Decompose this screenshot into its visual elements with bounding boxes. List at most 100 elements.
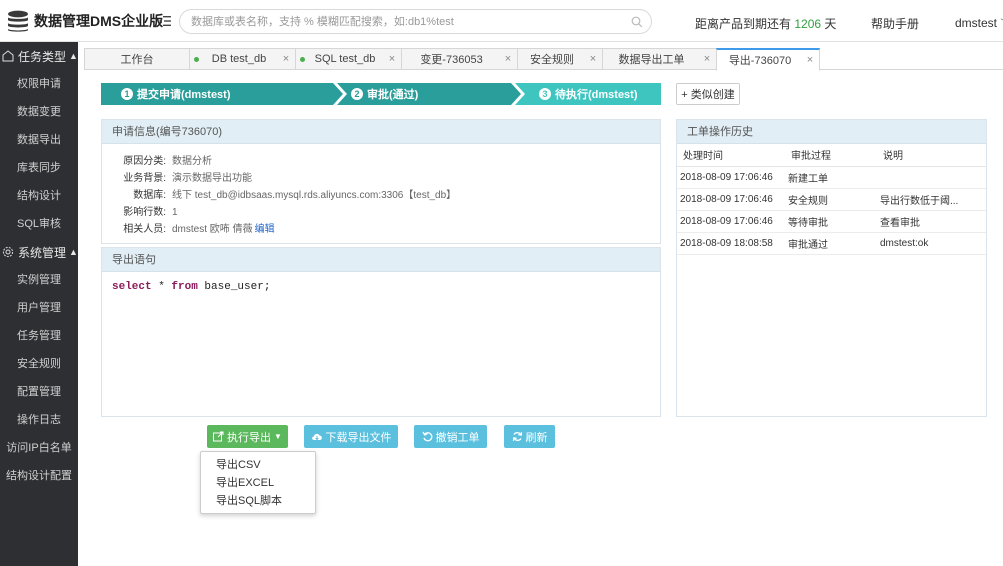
info-value: 线下 test_db@idbsaas.mysql.rds.aliyuncs.co… bbox=[172, 187, 456, 204]
history-step: 安全规则 bbox=[785, 188, 877, 211]
sidebar-item[interactable]: 库表同步 bbox=[0, 154, 78, 182]
button-label: 执行导出 bbox=[227, 431, 272, 444]
step-label: 审批(通过) bbox=[367, 89, 419, 101]
step-number: 2 bbox=[351, 88, 363, 100]
search-input[interactable] bbox=[191, 10, 631, 33]
similar-create-button[interactable]: + 类似创建 bbox=[676, 83, 740, 105]
info-value-text: 演示数据导出功能 bbox=[172, 173, 252, 184]
info-value-text: 线下 test_db@idbsaas.mysql.rds.aliyuncs.co… bbox=[172, 190, 457, 201]
info-label: 相关人员: bbox=[123, 224, 166, 235]
info-value: 演示数据导出功能 bbox=[172, 170, 252, 187]
table-row: 2018-08-09 18:08:58 审批通过 dmstest:ok bbox=[677, 232, 986, 255]
sidebar-item[interactable]: 访问IP白名单 bbox=[0, 434, 78, 462]
step-execute: 3 待执行(dmstest) bbox=[519, 83, 638, 105]
tab-item[interactable]: DB test_db × bbox=[189, 48, 296, 70]
edit-link[interactable]: 编辑 bbox=[255, 224, 275, 235]
sidebar-item[interactable]: SQL审核 bbox=[0, 210, 78, 238]
column-header: 说明 bbox=[877, 144, 986, 167]
sidebar-item[interactable]: 结构设计配置 bbox=[0, 462, 78, 490]
history-time: 2018-08-09 17:06:46 bbox=[677, 210, 785, 233]
history-title: 工单操作历史 bbox=[677, 120, 986, 144]
sidebar-item[interactable]: 任务管理 bbox=[0, 322, 78, 350]
tab-item[interactable]: 导出-736070 × bbox=[716, 48, 820, 71]
export-menu-item[interactable]: 导出EXCEL bbox=[201, 474, 315, 492]
sql-code[interactable]: select * from base_user; bbox=[102, 272, 660, 302]
step-number: 1 bbox=[121, 88, 133, 100]
close-icon[interactable]: × bbox=[700, 53, 714, 65]
sidebar-group-label: 系统管理 bbox=[18, 245, 67, 260]
info-value: dmstest 欧咘 倩薇 编辑 bbox=[172, 221, 275, 238]
sidebar-item[interactable]: 实例管理 bbox=[0, 266, 78, 294]
export-sql-panel: 导出语句 select * from base_user; bbox=[101, 247, 661, 417]
sql-text: * bbox=[151, 281, 172, 293]
download-file-button[interactable]: 下载导出文件 bbox=[304, 425, 398, 448]
button-label: 下载导出文件 bbox=[325, 431, 392, 444]
sidebar-item[interactable]: 用户管理 bbox=[0, 294, 78, 322]
close-icon[interactable]: × bbox=[586, 53, 600, 65]
sidebar-item[interactable]: 数据导出 bbox=[0, 126, 78, 154]
refresh-button[interactable]: 刷新 bbox=[504, 425, 555, 448]
close-icon[interactable]: × bbox=[385, 53, 399, 65]
info-row: 业务背景: 演示数据导出功能 bbox=[102, 170, 660, 187]
export-menu-item[interactable]: 导出SQL脚本 bbox=[201, 492, 315, 510]
sidebar-item[interactable]: 配置管理 bbox=[0, 378, 78, 406]
info-row: 数据库: 线下 test_db@idbsaas.mysql.rds.aliyunc… bbox=[102, 187, 660, 204]
sidebar-item[interactable]: 安全规则 bbox=[0, 350, 78, 378]
chevron-up-icon: ▲ bbox=[69, 51, 78, 61]
step-label: 提交申请(dmstest) bbox=[137, 89, 231, 101]
info-label: 影响行数: bbox=[123, 207, 166, 218]
tab-label: 导出-736070 bbox=[728, 55, 792, 67]
export-icon bbox=[213, 431, 224, 442]
sidebar-item[interactable]: 操作日志 bbox=[0, 406, 78, 434]
expire-notice: 距离产品到期还有 1206 天 bbox=[695, 15, 836, 32]
view-approval-link[interactable]: 查看审批 bbox=[877, 210, 986, 233]
cancel-ticket-button[interactable]: 撤销工单 bbox=[414, 425, 487, 448]
sql-keyword: from bbox=[171, 281, 198, 293]
sidebar-item[interactable]: 权限申请 bbox=[0, 70, 78, 98]
sidebar-group-system[interactable]: 系统管理 ▲ bbox=[0, 238, 78, 266]
close-icon[interactable]: × bbox=[279, 53, 293, 65]
close-icon[interactable]: × bbox=[803, 54, 817, 66]
info-value: 数据分析 bbox=[172, 153, 212, 170]
table-row: 2018-08-09 17:06:46 安全规则 导出行数低于阈... bbox=[677, 188, 986, 211]
history-table: 处理时间 审批过程 说明 2018-08-09 17:06:46 新建工单 2018… bbox=[677, 144, 986, 255]
tab-label: 变更-736053 bbox=[420, 54, 483, 66]
step-number: 3 bbox=[539, 88, 551, 100]
history-time: 2018-08-09 18:08:58 bbox=[677, 232, 785, 255]
chevron-up-icon: ▲ bbox=[69, 247, 78, 257]
user-menu[interactable]: dmstest ﹀ bbox=[955, 15, 1003, 30]
tab-label: 安全规则 bbox=[530, 54, 574, 66]
tab-item[interactable]: 安全规则 × bbox=[517, 48, 603, 70]
sql-keyword: select bbox=[112, 281, 152, 293]
menu-collapse-icon[interactable] bbox=[158, 14, 172, 28]
button-label: 撤销工单 bbox=[435, 431, 480, 444]
history-note: 导出行数低于阈... bbox=[877, 188, 986, 211]
gear-icon bbox=[2, 246, 14, 258]
sidebar-group-task[interactable]: 任务类型 ▲ bbox=[0, 42, 78, 70]
app-title: 数据管理DMS企业版 bbox=[34, 13, 164, 29]
search-icon[interactable] bbox=[631, 16, 643, 28]
info-value: 1 bbox=[172, 204, 178, 221]
table-row: 2018-08-09 17:06:46 新建工单 bbox=[677, 166, 986, 189]
username: dmstest bbox=[955, 16, 998, 30]
button-label: 刷新 bbox=[525, 431, 548, 444]
tab-label: 工作台 bbox=[120, 54, 154, 66]
table-row: 2018-08-09 17:06:46 等待审批 查看审批 bbox=[677, 210, 986, 233]
sidebar-item[interactable]: 数据变更 bbox=[0, 98, 78, 126]
info-label: 原因分类: bbox=[123, 156, 166, 167]
close-icon[interactable]: × bbox=[501, 53, 515, 65]
export-menu-item[interactable]: 导出CSV bbox=[201, 456, 315, 474]
tab-label: DB test_db bbox=[211, 53, 267, 65]
tab-item[interactable]: 变更-736053 × bbox=[401, 48, 518, 70]
undo-icon bbox=[421, 431, 432, 442]
tab-item[interactable]: 工作台 bbox=[84, 48, 190, 70]
workflow-steps: 1 提交申请(dmstest) 2 审批(通过) 3 待执行(dmstest) bbox=[101, 83, 661, 105]
history-step: 新建工单 bbox=[785, 166, 877, 189]
tab-item[interactable]: SQL test_db × bbox=[295, 48, 402, 70]
cloud-download-icon bbox=[311, 433, 322, 441]
tab-item[interactable]: 数据导出工单 × bbox=[602, 48, 717, 70]
help-link[interactable]: 帮助手册 bbox=[871, 15, 919, 32]
app-logo[interactable]: 数据管理DMS企业版 bbox=[6, 9, 163, 33]
execute-export-button[interactable]: 执行导出 ▼ bbox=[207, 425, 288, 448]
sidebar-item[interactable]: 结构设计 bbox=[0, 182, 78, 210]
